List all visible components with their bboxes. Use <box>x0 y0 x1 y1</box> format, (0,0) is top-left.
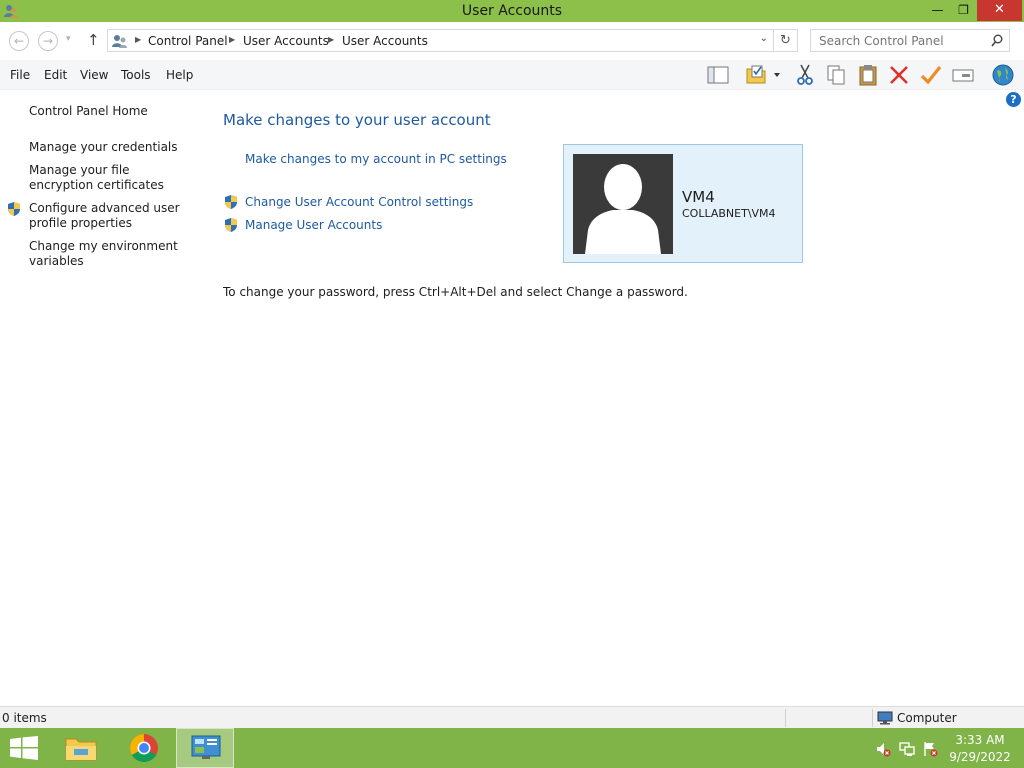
breadcrumb-separator-icon[interactable]: ▶ <box>229 35 235 44</box>
avatar <box>573 154 673 254</box>
title-bar: User Accounts — ❐ ✕ <box>0 0 1024 22</box>
layout-pane-icon[interactable] <box>705 63 731 87</box>
breadcrumb-user-accounts[interactable]: User Accounts <box>243 34 329 48</box>
address-dropdown-icon[interactable]: ⌄ <box>760 33 768 44</box>
item-count: 0 items <box>2 711 47 725</box>
chrome-icon[interactable] <box>129 733 159 763</box>
menu-toolbar-row: File Edit View Tools Help <box>0 60 1024 90</box>
manage-encryption-certificates-link[interactable]: Manage your file encryption certificates <box>29 163 194 193</box>
control-panel-home-link[interactable]: Control Panel Home <box>29 104 194 119</box>
clock-time[interactable]: 3:33 AM <box>944 733 1016 747</box>
page-title: Make changes to your user account <box>223 111 491 129</box>
uac-shield-icon <box>225 218 237 232</box>
search-input[interactable] <box>811 30 987 51</box>
properties-icon[interactable] <box>950 63 976 87</box>
windows-start-icon[interactable] <box>10 736 38 760</box>
search-box[interactable] <box>810 29 1010 52</box>
manage-credentials-link[interactable]: Manage your credentials <box>29 140 194 155</box>
refresh-button[interactable]: ↻ <box>774 29 798 52</box>
status-divider <box>872 709 873 727</box>
up-button[interactable]: ↑ <box>87 31 100 49</box>
folder-checkmark-icon[interactable] <box>743 63 769 87</box>
globe-icon[interactable] <box>990 63 1016 87</box>
speaker-muted-icon[interactable] <box>875 741 891 757</box>
forward-button[interactable]: → <box>38 31 58 51</box>
back-button[interactable]: ← <box>9 31 29 51</box>
network-icon[interactable] <box>899 741 915 757</box>
menu-file[interactable]: File <box>10 68 30 82</box>
zone-label: Computer <box>897 711 957 725</box>
recent-locations-button[interactable]: ▾ <box>66 34 71 44</box>
control-panel-icon <box>112 35 127 48</box>
breadcrumb-separator-icon[interactable]: ▶ <box>328 35 334 44</box>
breadcrumb-user-accounts-current[interactable]: User Accounts <box>342 34 428 48</box>
clock-date[interactable]: 9/29/2022 <box>944 750 1016 764</box>
menu-tools[interactable]: Tools <box>121 68 151 82</box>
manage-user-accounts-link[interactable]: Manage User Accounts <box>245 218 382 232</box>
menu-view[interactable]: View <box>80 68 108 82</box>
uac-settings-link[interactable]: Change User Account Control settings <box>245 195 473 209</box>
delete-icon[interactable] <box>886 63 912 87</box>
copy-icon[interactable] <box>823 63 849 87</box>
paste-icon[interactable] <box>855 63 881 87</box>
address-row: ← → ▾ ↑ ▶ Control Panel ▶ User Accounts … <box>0 22 1024 60</box>
address-bar[interactable]: ▶ Control Panel ▶ User Accounts ▶ User A… <box>107 29 774 52</box>
status-bar: 0 items Computer <box>0 706 1024 728</box>
control-panel-icon <box>191 735 221 759</box>
file-explorer-icon[interactable] <box>64 734 98 762</box>
computer-icon <box>877 711 893 725</box>
search-icon[interactable] <box>991 34 1003 47</box>
pc-settings-link[interactable]: Make changes to my account in PC setting… <box>245 152 507 166</box>
close-button[interactable]: ✕ <box>977 0 1022 21</box>
action-center-icon[interactable] <box>922 741 938 757</box>
change-environment-variables-link[interactable]: Change my environment variables <box>29 239 194 269</box>
breadcrumb-separator-icon[interactable]: ▶ <box>135 35 141 44</box>
user-domain: COLLABNET\VM4 <box>682 207 776 220</box>
cut-icon[interactable] <box>792 63 818 87</box>
menu-help[interactable]: Help <box>166 68 193 82</box>
user-tile: VM4 COLLABNET\VM4 <box>563 144 803 263</box>
breadcrumb-control-panel[interactable]: Control Panel <box>148 34 228 48</box>
maximize-button[interactable]: ❐ <box>950 0 977 21</box>
uac-shield-icon <box>225 195 237 209</box>
password-note: To change your password, press Ctrl+Alt+… <box>223 285 688 299</box>
configure-user-profile-link[interactable]: Configure advanced user profile properti… <box>29 201 194 231</box>
taskbar: 3:33 AM 9/29/2022 <box>0 728 1024 768</box>
help-icon[interactable]: ? <box>1006 92 1021 107</box>
status-divider <box>785 709 786 727</box>
uac-shield-icon <box>8 202 20 216</box>
minimize-button[interactable]: — <box>924 0 951 21</box>
dropdown-arrow-icon[interactable] <box>770 63 784 87</box>
control-panel-taskbar-button[interactable] <box>176 728 234 768</box>
check-icon[interactable] <box>918 63 944 87</box>
window-title: User Accounts <box>461 3 563 19</box>
user-name: VM4 <box>682 188 715 206</box>
menu-edit[interactable]: Edit <box>44 68 67 82</box>
user-avatar-icon <box>585 164 661 254</box>
